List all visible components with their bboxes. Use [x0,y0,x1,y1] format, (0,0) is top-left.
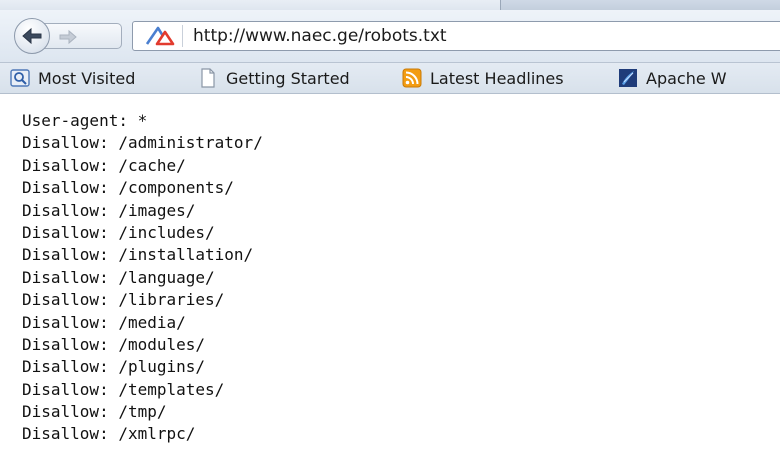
back-forward-group [14,18,126,54]
robots-line: Disallow: /administrator/ [22,133,263,153]
robots-line: Disallow: /xmlrpc/ [22,424,196,444]
robots-line: Disallow: /includes/ [22,222,215,242]
robots-line: Disallow: /modules/ [22,334,206,354]
apache-feather-icon [618,68,638,88]
tab-strip-edge[interactable] [500,0,780,10]
rss-feed-icon [402,68,422,88]
bookmark-getting-started[interactable]: Getting Started [198,67,350,89]
back-button[interactable] [14,18,50,54]
navigation-toolbar: http://www.naec.ge/robots.txt [0,10,780,63]
page-content: User-agent: * Disallow: /administrator/Di… [0,94,780,449]
robots-line: Disallow: /components/ [22,178,234,198]
most-visited-icon [10,68,30,88]
robots-line: Disallow: /plugins/ [22,357,206,377]
robots-line: Disallow: /templates/ [22,379,225,399]
robots-line: Disallow: /libraries/ [22,290,225,310]
site-favicon-icon [145,26,175,46]
bookmark-label: Most Visited [38,68,136,88]
forward-button[interactable] [42,23,122,49]
robots-line: Disallow: /language/ [22,267,215,287]
bookmark-label: Apache W [646,68,727,88]
robots-line: Disallow: /cache/ [22,155,186,175]
back-arrow-icon [22,27,42,45]
forward-arrow-icon [59,29,77,45]
bookmark-label: Latest Headlines [430,68,564,88]
url-text[interactable]: http://www.naec.ge/robots.txt [193,26,447,46]
robots-line: User-agent: * [22,111,148,130]
robots-line: Disallow: /images/ [22,200,196,220]
title-bar [0,0,780,10]
robots-line: Disallow: /tmp/ [22,402,167,422]
address-bar[interactable]: http://www.naec.ge/robots.txt [132,21,780,51]
robots-line: Disallow: /media/ [22,312,186,332]
robots-line: Disallow: /installation/ [22,245,254,265]
bookmark-apache[interactable]: Apache W [618,67,727,89]
bookmarks-toolbar: Most Visited Getting Started Latest Head… [0,63,780,94]
bookmark-latest-headlines[interactable]: Latest Headlines [402,67,564,89]
bookmark-label: Getting Started [226,68,350,88]
page-icon [198,68,218,88]
bookmark-most-visited[interactable]: Most Visited [10,67,135,89]
browser-window: http://www.naec.ge/robots.txt Most Visit… [0,0,780,449]
robots-txt-document: User-agent: * Disallow: /administrator/Di… [22,110,263,446]
site-identity-button[interactable] [138,25,183,47]
